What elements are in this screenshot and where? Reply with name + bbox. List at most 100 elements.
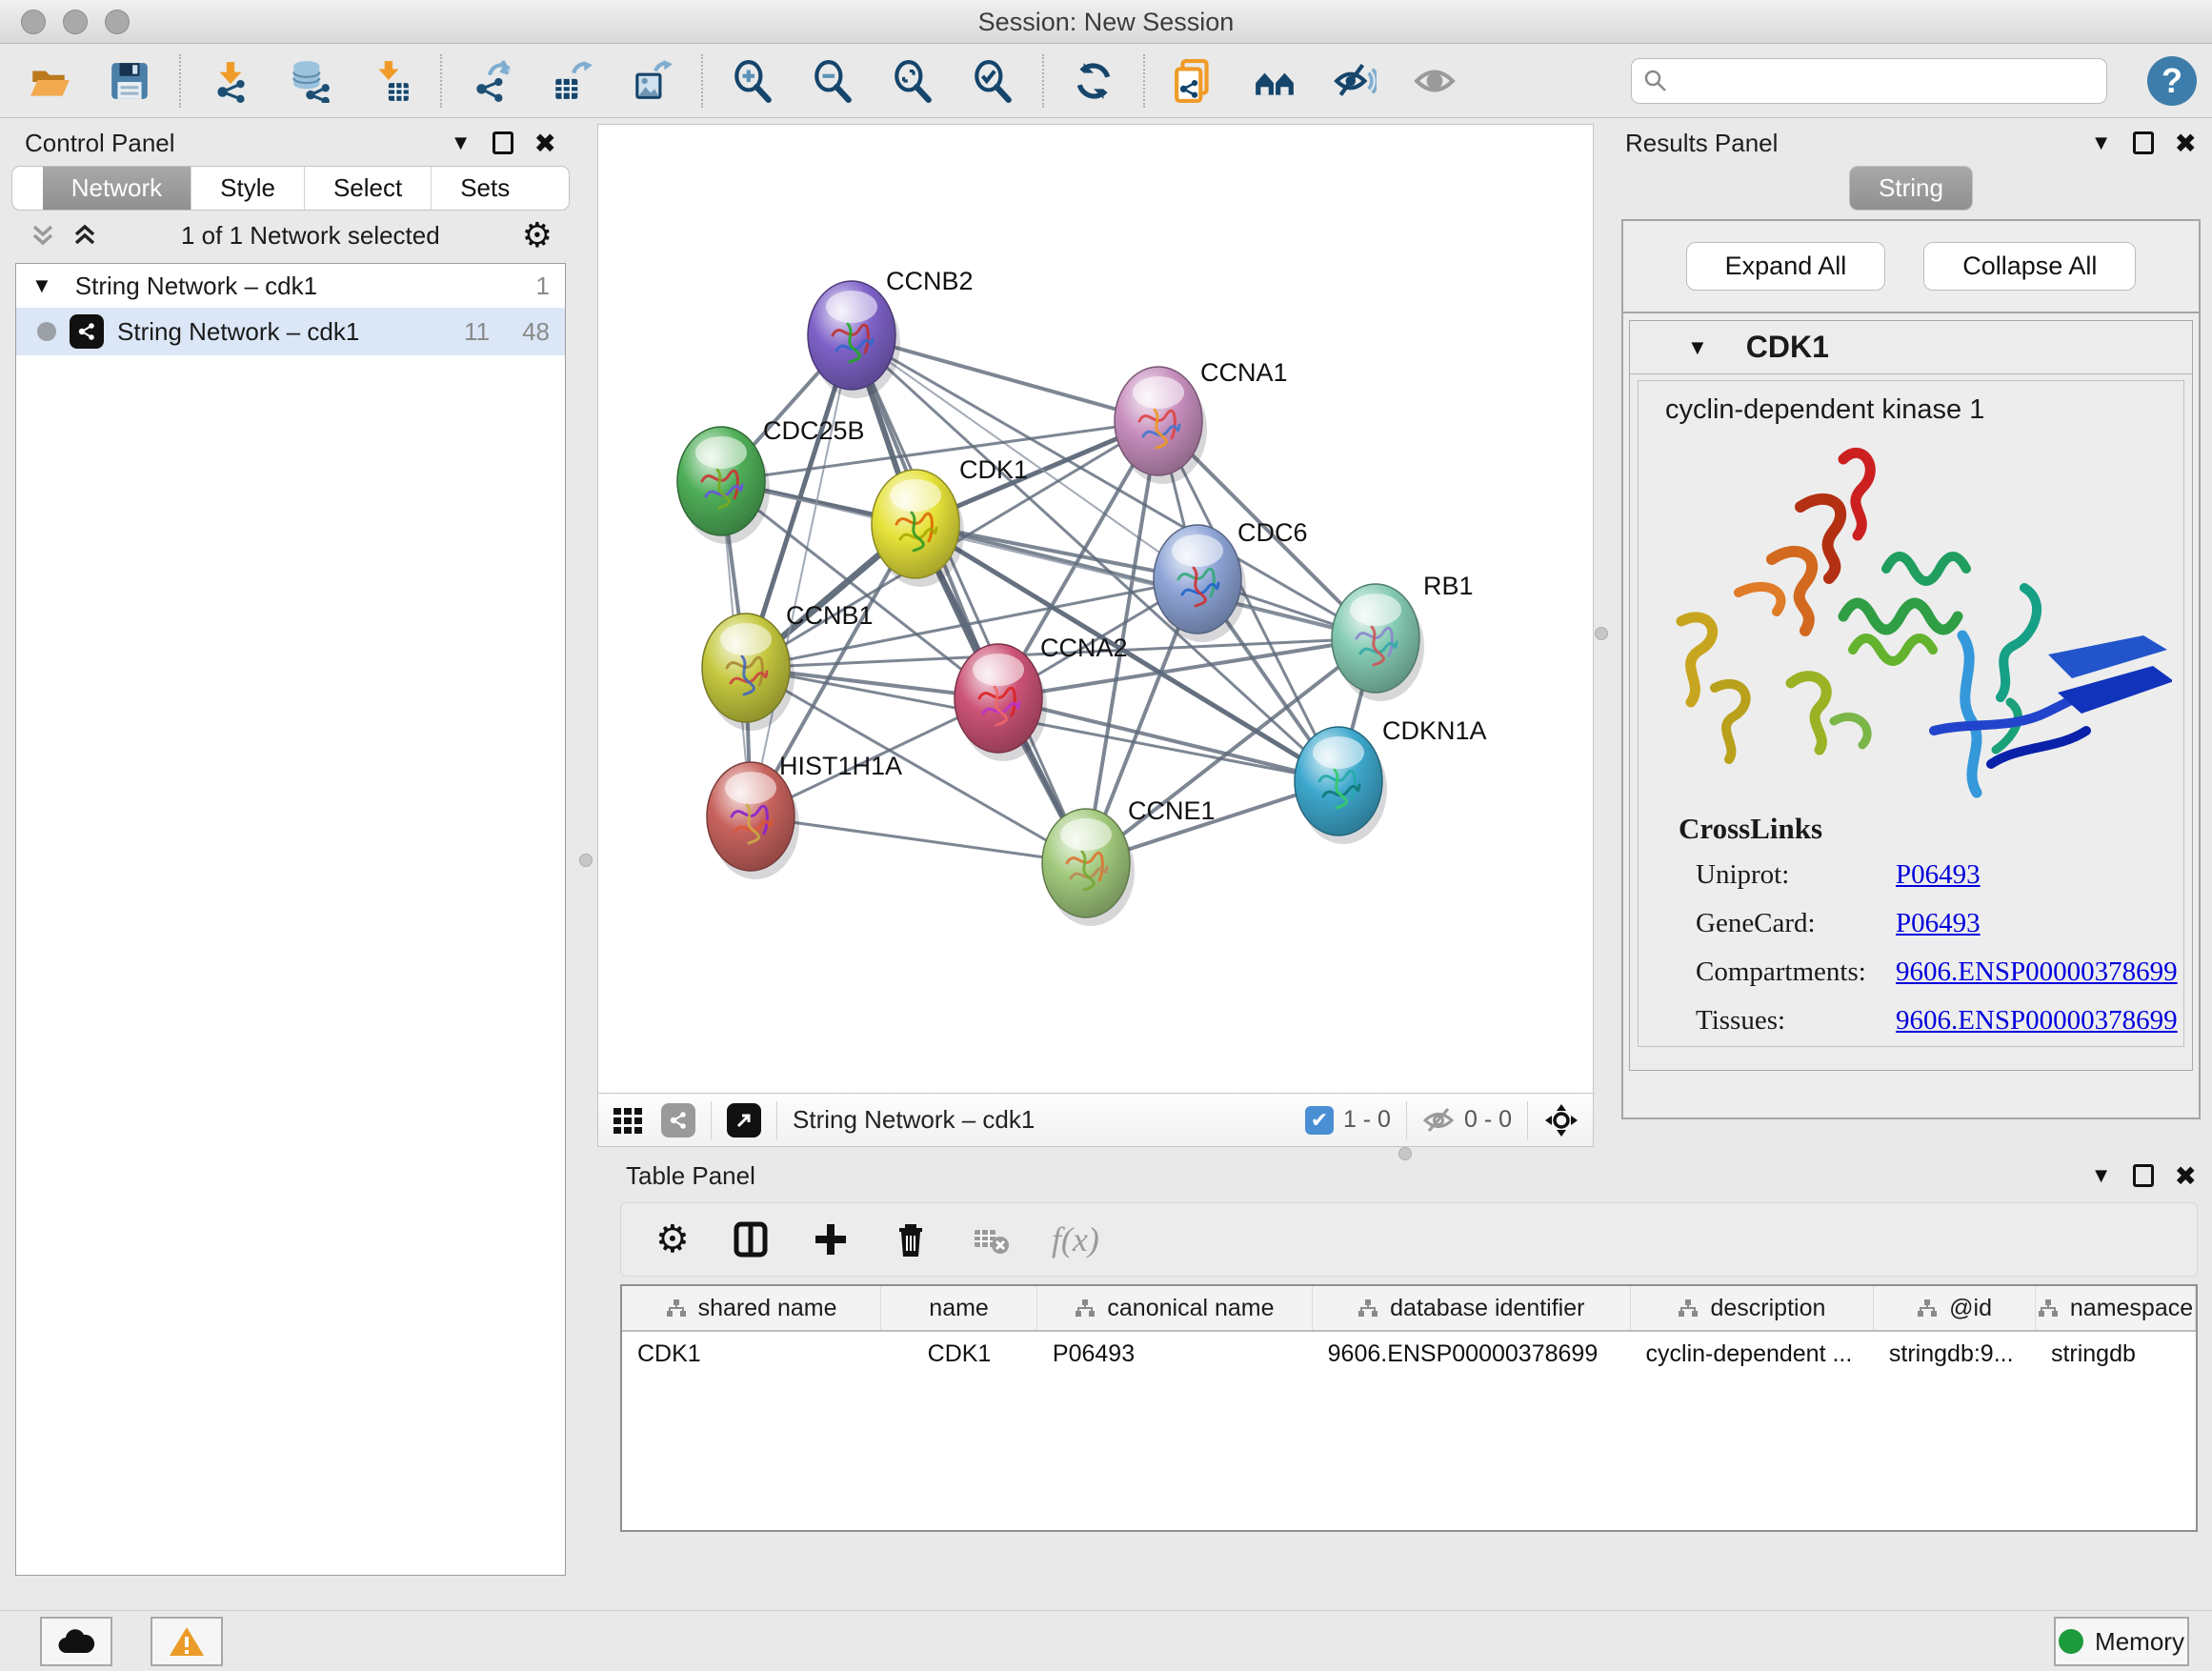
export-image-button[interactable] — [629, 58, 674, 104]
table-cell[interactable]: cyclin-dependent ... — [1631, 1332, 1874, 1376]
help-button[interactable]: ? — [2147, 56, 2197, 106]
network-node-CDK1[interactable] — [872, 470, 964, 587]
protein-expand-icon[interactable]: ▼ — [1687, 335, 1708, 360]
export-image-icon — [630, 59, 674, 103]
table-row[interactable]: CDK1CDK1P064939606.ENSP00000378699cyclin… — [622, 1332, 2196, 1376]
left-splitter-handle[interactable] — [579, 854, 593, 867]
open-session-button[interactable] — [27, 58, 72, 104]
network-graph[interactable]: CCNB2CCNA1CDC25BCDK1CDC6RB1CCNB1CCNA2CDK… — [598, 125, 1593, 1093]
network-collection-row[interactable]: ▼ String Network – cdk1 1 — [16, 264, 565, 308]
save-session-button[interactable] — [107, 58, 152, 104]
table-cell[interactable]: CDK1 — [622, 1332, 881, 1376]
warnings-button[interactable] — [151, 1617, 223, 1666]
tab-select[interactable]: Select — [305, 167, 432, 210]
network-share-icon[interactable] — [661, 1103, 695, 1137]
birdseye-button[interactable] — [1252, 58, 1297, 104]
float-panel-icon[interactable] — [2133, 1164, 2154, 1187]
column-header--id[interactable]: @id — [1874, 1286, 2036, 1330]
tab-network[interactable]: Network — [43, 167, 191, 210]
birdseye-toggle-icon[interactable] — [1543, 1102, 1579, 1138]
table-cell[interactable]: CDK1 — [881, 1332, 1037, 1376]
network-status-dot — [37, 322, 56, 341]
close-panel-icon[interactable]: ✖ — [2175, 1160, 2197, 1192]
import-network-icon — [209, 59, 252, 103]
float-panel-icon[interactable] — [2133, 131, 2154, 154]
zoom-out-button[interactable] — [810, 58, 855, 104]
collapse-all-button[interactable]: Collapse All — [1923, 242, 2136, 291]
collection-expand-icon[interactable]: ▼ — [31, 273, 52, 298]
network-node-CCNA2[interactable] — [955, 644, 1047, 761]
crosslink-compartments-link[interactable]: 9606.ENSP00000378699 — [1896, 956, 2178, 988]
column-header-shared-name[interactable]: shared name — [622, 1286, 881, 1330]
results-panel-title: Results Panel — [1625, 129, 1778, 158]
node-label-RB1: RB1 — [1423, 572, 1474, 600]
memory-button[interactable]: Memory — [2054, 1617, 2189, 1666]
open-in-window-icon[interactable] — [727, 1103, 761, 1137]
search-input[interactable] — [1668, 62, 2106, 100]
network-row-selected[interactable]: String Network – cdk1 11 48 — [16, 308, 565, 355]
grid-view-icon[interactable] — [612, 1104, 644, 1137]
hide-unhide-button[interactable] — [1332, 58, 1377, 104]
cloud-button[interactable] — [40, 1617, 112, 1666]
crosslink-tissues-link[interactable]: 9606.ENSP00000378699 — [1896, 1005, 2178, 1037]
protein-card-header[interactable]: ▼ CDK1 — [1630, 321, 2192, 374]
import-table-button[interactable] — [368, 58, 413, 104]
import-network-button[interactable] — [208, 58, 253, 104]
clone-network-button[interactable] — [1172, 58, 1217, 104]
network-node-CCNB2[interactable] — [808, 281, 900, 398]
tab-string[interactable]: String — [1850, 167, 1972, 210]
search-box[interactable] — [1631, 58, 2107, 104]
expand-all-button[interactable]: Expand All — [1686, 242, 1886, 291]
expand-all-icon[interactable] — [70, 221, 99, 250]
table-options-gear-icon[interactable]: ⚙ — [655, 1220, 690, 1258]
network-node-RB1[interactable] — [1332, 584, 1424, 701]
hidden-counts: 0 - 0 — [1464, 1106, 1512, 1134]
column-header-description[interactable]: description — [1631, 1286, 1874, 1330]
table-cell[interactable]: stringdb — [2036, 1332, 2196, 1376]
network-node-CDKN1A[interactable] — [1295, 727, 1387, 844]
table-cell[interactable]: stringdb:9... — [1874, 1332, 2036, 1376]
crosslink-uniprot-link[interactable]: P06493 — [1896, 859, 1981, 891]
zoom-in-button[interactable] — [730, 58, 775, 104]
column-header-canonical-name[interactable]: canonical name — [1037, 1286, 1313, 1330]
crosslink-label: Tissues: — [1696, 1005, 1896, 1037]
tab-style[interactable]: Style — [191, 167, 305, 210]
table-cell[interactable]: 9606.ENSP00000378699 — [1313, 1332, 1631, 1376]
column-header-database-identifier[interactable]: database identifier — [1313, 1286, 1631, 1330]
zoom-selected-button[interactable] — [970, 58, 1016, 104]
collapse-all-icon[interactable] — [29, 221, 57, 250]
collection-name: String Network – cdk1 — [75, 272, 317, 301]
column-header-namespace[interactable]: namespace — [2036, 1286, 2196, 1330]
node-label-CDC25B: CDC25B — [763, 416, 865, 445]
zoom-fit-button[interactable] — [890, 58, 935, 104]
table-cell[interactable]: P06493 — [1037, 1332, 1313, 1376]
panel-menu-icon[interactable]: ▼ — [451, 131, 472, 155]
close-panel-icon[interactable]: ✖ — [2175, 128, 2197, 159]
show-graphics-button[interactable] — [1412, 58, 1458, 104]
delete-column-icon[interactable] — [892, 1220, 930, 1258]
right-splitter-handle[interactable] — [1595, 627, 1608, 640]
export-network-button[interactable] — [469, 58, 514, 104]
panel-menu-icon[interactable]: ▼ — [2091, 131, 2112, 155]
crosslink-genecard-link[interactable]: P06493 — [1896, 908, 1981, 939]
network-node-CCNE1[interactable] — [1042, 809, 1135, 926]
refresh-button[interactable] — [1071, 58, 1116, 104]
export-table-button[interactable] — [549, 58, 594, 104]
close-panel-icon[interactable]: ✖ — [534, 128, 556, 159]
tab-sets[interactable]: Sets — [432, 167, 538, 210]
network-node-CCNA1[interactable] — [1115, 367, 1207, 484]
show-columns-icon[interactable] — [732, 1220, 770, 1258]
panel-menu-icon[interactable]: ▼ — [2091, 1163, 2112, 1188]
selected-checkbox-icon[interactable]: ✔ — [1305, 1106, 1334, 1135]
crosslink-label: Uniprot: — [1696, 859, 1896, 891]
import-database-button[interactable] — [288, 58, 333, 104]
network-node-CCNB1[interactable] — [702, 614, 794, 731]
float-panel-icon[interactable] — [493, 131, 513, 154]
node-label-HIST1H1A: HIST1H1A — [779, 752, 902, 780]
add-column-icon[interactable] — [812, 1220, 850, 1258]
window-title: Session: New Session — [0, 8, 2212, 37]
network-name: String Network – cdk1 — [117, 317, 359, 347]
column-header-name[interactable]: name — [881, 1286, 1037, 1330]
warning-icon — [168, 1625, 206, 1658]
network-options-gear-icon[interactable]: ⚙ — [522, 218, 553, 252]
